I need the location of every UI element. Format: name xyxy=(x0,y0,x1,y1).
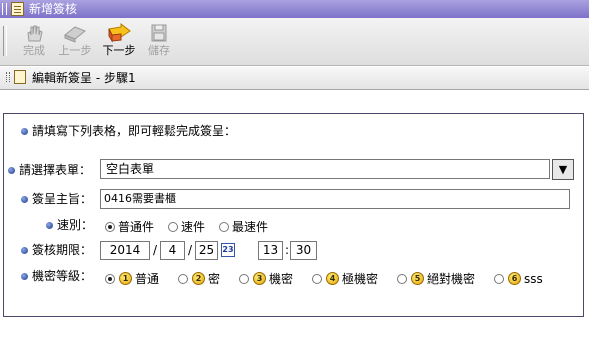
speed-option-urgent[interactable]: 速件 xyxy=(168,219,205,234)
complete-button[interactable]: 完成 xyxy=(20,23,48,57)
complete-label: 完成 xyxy=(23,44,45,57)
secrecy-option-3[interactable]: 3 機密 xyxy=(239,271,293,286)
speed-label-text: 速別： xyxy=(57,218,94,232)
radio-selected[interactable] xyxy=(105,221,115,232)
save-button[interactable]: 儲存 xyxy=(145,23,173,57)
secrecy-label-text: 機密等級： xyxy=(32,269,93,283)
date-separator: / xyxy=(153,243,158,257)
bullet-icon xyxy=(21,128,28,135)
next-step-label: 下一步 xyxy=(102,44,136,57)
secrecy-option-label: 密 xyxy=(208,271,221,286)
secrecy-option-label: 絕對機密 xyxy=(427,271,476,286)
radio-unselected[interactable] xyxy=(494,273,504,284)
next-arrow-icon xyxy=(108,23,131,43)
subject-label: 簽呈主旨： xyxy=(21,192,92,206)
bullet-icon xyxy=(8,167,15,174)
secrecy-option-1[interactable]: 1 普通 xyxy=(105,271,159,286)
floppy-disk-icon xyxy=(151,24,167,42)
radio-selected[interactable] xyxy=(105,273,115,284)
document-icon xyxy=(14,70,26,84)
level-badge-icon: 4 xyxy=(326,272,339,285)
radio-unselected[interactable] xyxy=(239,273,249,284)
speed-option-label: 普通件 xyxy=(118,219,155,234)
radio-unselected[interactable] xyxy=(178,273,188,284)
radio-unselected[interactable] xyxy=(219,221,229,232)
level-badge-icon: 3 xyxy=(253,272,266,285)
secrecy-option-6[interactable]: 6 sss xyxy=(494,271,543,286)
prev-step-label: 上一步 xyxy=(58,44,92,57)
dropdown-arrow-button[interactable]: ▼ xyxy=(552,159,574,180)
form-intro: 請填寫下列表格，即可輕鬆完成簽呈： xyxy=(21,124,236,138)
speed-option-most-urgent[interactable]: 最速件 xyxy=(219,219,268,234)
form-panel xyxy=(3,113,584,317)
speed-option-label: 速件 xyxy=(181,219,206,234)
speed-option-normal[interactable]: 普通件 xyxy=(105,219,154,234)
level-badge-icon: 2 xyxy=(192,272,205,285)
chevron-down-icon: ▼ xyxy=(558,163,568,176)
form-select-label-text: 請選擇表單： xyxy=(19,163,92,177)
hand-icon xyxy=(27,25,43,42)
radio-unselected[interactable] xyxy=(397,273,407,284)
level-badge-icon: 5 xyxy=(411,272,424,285)
bullet-icon xyxy=(21,247,28,254)
deadline-label-text: 簽核期限： xyxy=(32,243,93,257)
titlebar-grip xyxy=(2,3,7,15)
window-titlebar: 新增簽核 xyxy=(0,0,589,18)
secrecy-option-2[interactable]: 2密 xyxy=(178,271,220,286)
header-grip-2 xyxy=(9,72,11,82)
back-arrow-icon xyxy=(64,26,86,43)
deadline-day-input[interactable]: 25 xyxy=(195,241,218,260)
step-title: 編輯新簽呈 - 步驟1 xyxy=(32,71,136,85)
speed-option-label: 最速件 xyxy=(232,219,269,234)
radio-unselected[interactable] xyxy=(312,273,322,284)
deadline-year-input[interactable]: 2014 xyxy=(100,241,150,260)
secrecy-option-4[interactable]: 4 極機密 xyxy=(312,271,378,286)
secrecy-option-5[interactable]: 5 絕對機密 xyxy=(397,271,475,286)
secrecy-option-label: sss xyxy=(524,271,543,286)
subject-label-text: 簽呈主旨： xyxy=(32,192,93,206)
level-badge-icon: 1 xyxy=(119,272,132,285)
radio-unselected[interactable] xyxy=(168,221,178,232)
document-icon xyxy=(11,2,24,16)
level-badge-icon: 6 xyxy=(508,272,521,285)
form-select-label: 請選擇表單： xyxy=(8,163,91,177)
save-label: 儲存 xyxy=(148,44,170,57)
header-grip xyxy=(6,72,8,82)
step-header: 編輯新簽呈 - 步驟1 xyxy=(0,66,589,90)
toolbar-separator xyxy=(3,26,7,56)
date-separator: / xyxy=(188,243,193,257)
calendar-icon[interactable]: 23 xyxy=(221,243,235,257)
speed-label: 速別： xyxy=(46,218,93,232)
window-title: 新增簽核 xyxy=(29,2,78,16)
secrecy-option-label: 普通 xyxy=(135,271,160,286)
form-select[interactable]: 空白表單 xyxy=(100,159,550,179)
bullet-icon xyxy=(21,273,28,280)
secrecy-label: 機密等級： xyxy=(21,269,92,283)
next-step-button[interactable]: 下一步 xyxy=(101,23,137,57)
deadline-minute-input[interactable]: 30 xyxy=(290,241,317,260)
subject-input[interactable]: 0416需要書櫃 xyxy=(100,189,570,209)
toolbar: 完成 上一步 下一步 儲存 xyxy=(0,18,589,66)
deadline-month-input[interactable]: 4 xyxy=(160,241,185,260)
time-separator: : xyxy=(285,243,290,257)
secrecy-option-label: 極機密 xyxy=(342,271,379,286)
deadline-label: 簽核期限： xyxy=(21,243,92,257)
deadline-hour-input[interactable]: 13 xyxy=(258,241,283,260)
intro-text: 請填寫下列表格，即可輕鬆完成簽呈： xyxy=(32,124,237,138)
prev-step-button[interactable]: 上一步 xyxy=(57,23,93,57)
secrecy-option-label: 機密 xyxy=(269,271,294,286)
bullet-icon xyxy=(46,222,53,229)
bullet-icon xyxy=(21,196,28,203)
